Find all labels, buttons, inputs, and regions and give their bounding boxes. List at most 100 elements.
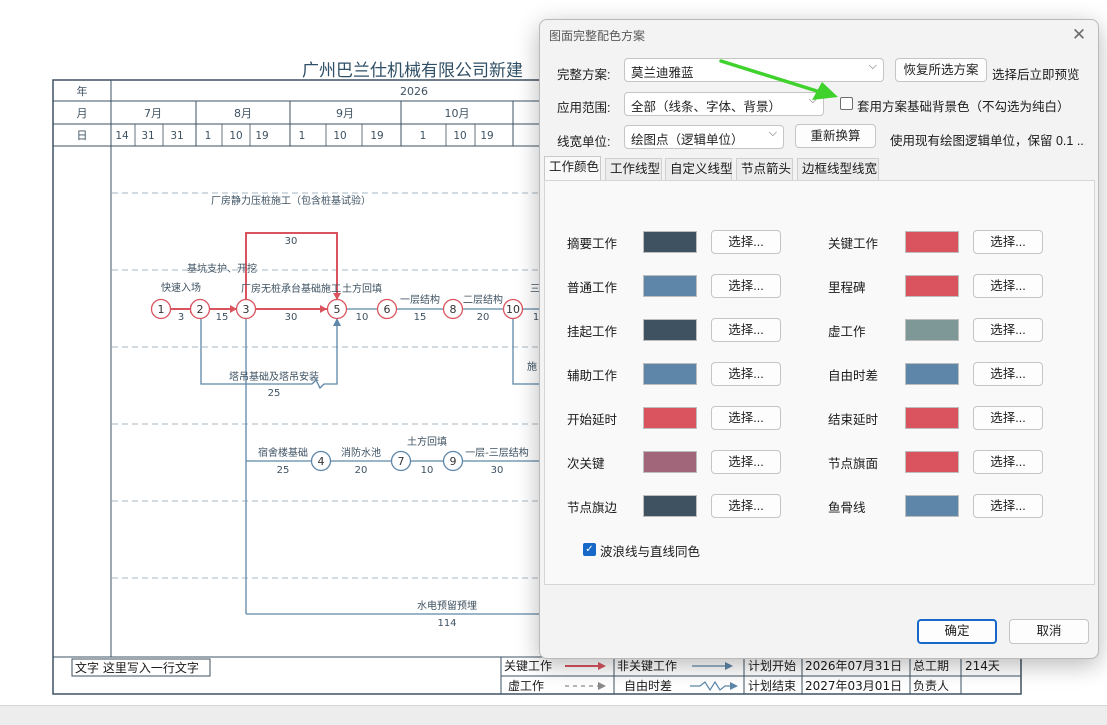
color-scheme-dialog: 图面完整配色方案 ✕ 完整方案: 莫兰迪雅蓝 ⌵ 恢复所选方案 选择后立即预览 … — [539, 19, 1099, 659]
svg-text:15: 15 — [414, 312, 427, 323]
svg-text:31: 31 — [141, 130, 154, 142]
color-row-pick-button[interactable]: 选择... — [711, 318, 781, 342]
svg-text:10: 10 — [356, 312, 369, 323]
task-static-pile: 厂房静力压桩施工（包含桩基试验） — [211, 194, 371, 207]
svg-text:214天: 214天 — [965, 659, 1000, 673]
color-row-swatch — [643, 319, 697, 341]
apply-bg-label: 套用方案基础背景色（不勾选为纯白） — [857, 100, 1070, 114]
color-row-pick-button[interactable]: 选择... — [711, 362, 781, 386]
color-row-pick-button[interactable]: 选择... — [711, 406, 781, 430]
svg-text:1: 1 — [299, 130, 306, 142]
svg-text:虚工作: 虚工作 — [508, 679, 544, 693]
tab-work-linetype[interactable]: 工作线型 — [605, 158, 662, 180]
color-row-pick-button[interactable]: 选择... — [973, 406, 1043, 430]
color-row-swatch — [643, 363, 697, 385]
unit-label: 线宽单位: — [557, 135, 611, 149]
tab-node-arrow[interactable]: 节点箭头 — [736, 158, 793, 180]
apply-bg-checkbox[interactable] — [840, 97, 853, 110]
cancel-button[interactable]: 取消 — [1009, 619, 1089, 644]
task-floor1: 一层结构 — [400, 293, 440, 306]
scope-select[interactable]: 全部（线条、字体、背景） ⌵ — [624, 92, 824, 116]
tab-border-linewidth[interactable]: 边框线型线宽 — [797, 158, 879, 180]
close-icon[interactable]: ✕ — [1068, 24, 1090, 46]
svg-text:19: 19 — [370, 130, 383, 142]
task-tower-crane: 塔吊基础及塔吊安装 — [229, 370, 319, 383]
color-row-label: 虚工作 — [828, 325, 866, 339]
svg-text:2027年03月01日: 2027年03月01日 — [805, 679, 902, 693]
svg-text:25: 25 — [277, 465, 290, 476]
color-row-label: 挂起工作 — [567, 325, 618, 339]
svg-text:30: 30 — [285, 236, 298, 247]
color-row-label: 节点旗面 — [828, 457, 879, 471]
svg-text:114: 114 — [437, 618, 456, 629]
node-9: 9 — [442, 450, 464, 472]
color-row-pick-button[interactable]: 选择... — [711, 274, 781, 298]
color-row-label: 辅助工作 — [567, 369, 618, 383]
task-dorm-foundation: 宿舍楼基础 — [258, 446, 308, 459]
task-floors-1-3: 一层-三层结构 — [465, 446, 529, 459]
svg-text:30: 30 — [285, 312, 298, 323]
dialog-title: 图面完整配色方案 — [549, 29, 646, 43]
node-3: 3 — [235, 298, 257, 320]
tab-work-color[interactable]: 工作颜色 — [544, 156, 601, 180]
svg-text:20: 20 — [355, 465, 368, 476]
unit-select[interactable]: 绘图点（逻辑单位） ⌵ — [624, 125, 784, 149]
chevron-down-icon: ⌵ — [868, 60, 877, 72]
task-backfill: 土方回填 — [342, 282, 382, 295]
scope-label: 应用范围: — [557, 101, 611, 115]
svg-text:20: 20 — [477, 312, 490, 323]
svg-text:计划开始: 计划开始 — [748, 659, 796, 673]
svg-text:8月: 8月 — [234, 107, 252, 120]
task-pile-cap: 厂房无桩承台基础施工 — [241, 282, 341, 295]
svg-text:10: 10 — [453, 130, 466, 142]
svg-text:2: 2 — [197, 303, 204, 316]
status-strip — [0, 705, 1107, 725]
svg-text:2026年07月31日: 2026年07月31日 — [805, 659, 902, 673]
task-dorm-backfill: 土方回填 — [407, 435, 447, 448]
color-row-label: 节点旗边 — [567, 501, 618, 515]
color-row-pick-button[interactable]: 选择... — [973, 494, 1043, 518]
ok-button[interactable]: 确定 — [917, 619, 997, 644]
month-label: 月 — [77, 107, 88, 120]
wave-same-label: 波浪线与直线同色 — [600, 545, 701, 559]
node-4: 4 — [310, 450, 332, 472]
wave-same-checkbox[interactable]: ✓ — [583, 543, 596, 556]
color-row-pick-button[interactable]: 选择... — [973, 230, 1043, 254]
color-row-swatch — [905, 451, 959, 473]
color-row-swatch — [905, 231, 959, 253]
scheme-label: 完整方案: — [557, 68, 611, 82]
unit-value: 绘图点（逻辑单位） — [631, 133, 744, 147]
color-row-pick-button[interactable]: 选择... — [711, 450, 781, 474]
color-row-swatch — [905, 407, 959, 429]
svg-text:4: 4 — [318, 455, 325, 468]
color-row-swatch — [905, 319, 959, 341]
color-row-pick-button[interactable]: 选择... — [711, 230, 781, 254]
color-row-label: 里程碑 — [828, 281, 866, 295]
tab-custom-linetype[interactable]: 自定义线型 — [665, 158, 733, 180]
year-label: 年 — [77, 84, 88, 98]
chevron-down-icon: ⌵ — [808, 94, 817, 106]
tab-panel-work-color: 摘要工作 选择... 普通工作 选择... 挂起工作 选择... 辅助工作 选择... 开始延时… — [544, 180, 1095, 585]
svg-text:非关键工作: 非关键工作 — [617, 659, 677, 673]
color-row-pick-button[interactable]: 选择... — [711, 494, 781, 518]
svg-text:7月: 7月 — [144, 107, 162, 120]
color-row-pick-button[interactable]: 选择... — [973, 450, 1043, 474]
node-6: 6 — [376, 298, 398, 320]
color-row-pick-button[interactable]: 选择... — [973, 274, 1043, 298]
svg-text:10: 10 — [506, 303, 520, 316]
restore-scheme-button[interactable]: 恢复所选方案 — [895, 58, 987, 82]
color-row-label: 关键工作 — [828, 237, 879, 251]
color-row-pick-button[interactable]: 选择... — [973, 362, 1043, 386]
task-mep-embed: 水电预留预埋 — [417, 599, 477, 612]
color-row-pick-button[interactable]: 选择... — [973, 318, 1043, 342]
scheme-select[interactable]: 莫兰迪雅蓝 ⌵ — [624, 58, 884, 82]
svg-text:8: 8 — [450, 303, 457, 316]
svg-text:关键工作: 关键工作 — [504, 659, 552, 673]
recalc-button[interactable]: 重新换算 — [795, 124, 876, 148]
svg-text:1: 1 — [420, 130, 427, 142]
color-row-swatch — [905, 363, 959, 385]
color-row-label: 自由时差 — [828, 369, 879, 383]
scheme-value: 莫兰迪雅蓝 — [631, 66, 694, 80]
node-8: 8 — [442, 298, 464, 320]
svg-text:19: 19 — [255, 130, 268, 142]
